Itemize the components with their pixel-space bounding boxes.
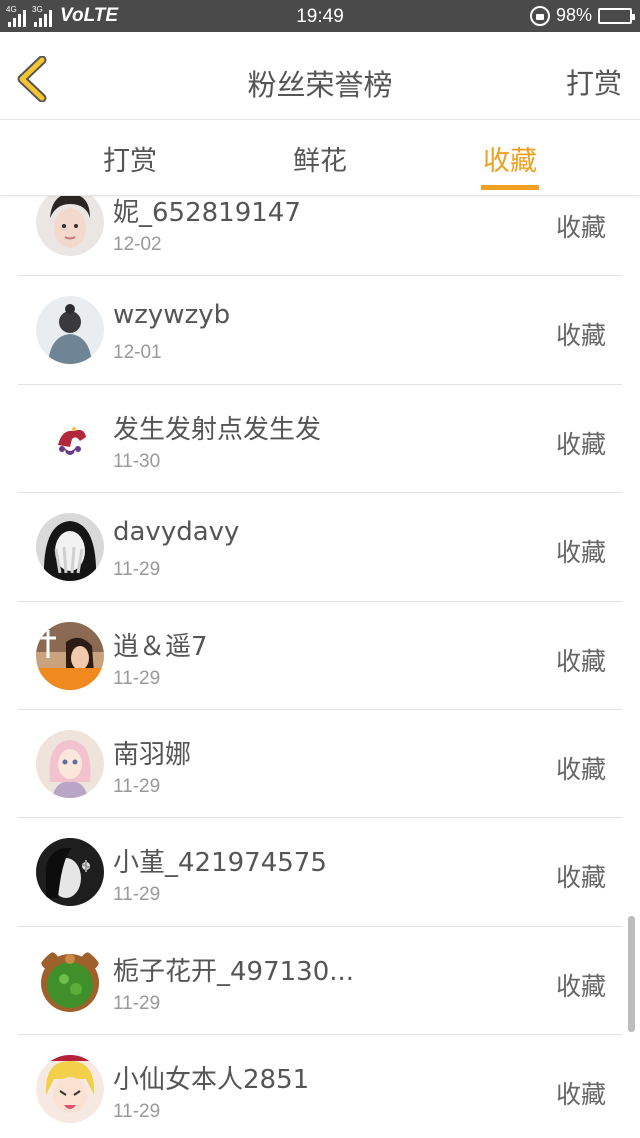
favorite-date: 11-29: [113, 559, 161, 581]
user-name: 南羽娜: [113, 739, 192, 770]
user-name: wzywzyb: [113, 300, 231, 331]
tab-flowers[interactable]: 鲜花: [260, 139, 380, 178]
status-right: 98%: [529, 5, 635, 26]
fan-list[interactable]: 妮_652819147 12-02 收藏 wzywzyb 12-01 收藏 发生…: [0, 196, 640, 1138]
favorite-date: 11-29: [113, 992, 161, 1014]
battery-percent: 98%: [555, 5, 592, 25]
favorite-label: 收藏: [555, 429, 606, 459]
tab-reward[interactable]: 打赏: [70, 139, 190, 178]
avatar[interactable]: [36, 838, 104, 907]
list-item[interactable]: 发生发射点发生发 11-30 收藏: [18, 385, 622, 494]
list-item[interactable]: 南羽娜 11-29 收藏: [18, 710, 622, 819]
battery-icon: [598, 7, 635, 24]
reward-button[interactable]: 打赏: [566, 62, 622, 102]
tab-bar: 打赏 鲜花 收藏: [0, 121, 640, 196]
list-item[interactable]: 小仙女本人2851 11-29 收藏: [18, 1035, 622, 1138]
list-item[interactable]: 小堇_421974575 11-29 收藏: [18, 818, 622, 927]
avatar[interactable]: [36, 946, 104, 1015]
favorite-label: 收藏: [555, 646, 606, 676]
user-name: 小堇_421974575: [113, 848, 327, 879]
rotation-lock-icon: [529, 5, 550, 26]
favorite-date: 11-29: [113, 775, 161, 797]
avatar[interactable]: [36, 404, 104, 473]
nav-header: 粉丝荣誉榜 打赏: [0, 32, 640, 120]
favorite-label: 收藏: [555, 213, 606, 242]
scrollbar[interactable]: [628, 916, 635, 1032]
avatar[interactable]: [36, 196, 104, 256]
favorite-date: 11-29: [113, 1101, 161, 1123]
user-name: 栀子花开_497130...: [113, 956, 355, 987]
user-name: 小仙女本人2851: [113, 1065, 310, 1096]
list-item[interactable]: wzywzyb 12-01 收藏: [18, 276, 622, 385]
list-item[interactable]: 逍＆遥7 11-29 收藏: [18, 602, 622, 710]
user-name: 妮_652819147: [113, 198, 301, 228]
list-item[interactable]: 妮_652819147 12-02 收藏: [18, 196, 622, 277]
active-tab-indicator: [481, 185, 539, 190]
favorite-label: 收藏: [555, 321, 606, 351]
favorite-date: 11-29: [113, 884, 161, 906]
user-name: 逍＆遥7: [113, 631, 208, 662]
status-bar: 4G 3G VoLTE 19:49 98%: [0, 0, 640, 32]
favorite-date: 12-02: [113, 234, 162, 255]
favorite-label: 收藏: [555, 863, 606, 893]
page-title: 粉丝荣誉榜: [247, 68, 393, 102]
favorite-date: 11-29: [113, 667, 161, 689]
favorite-label: 收藏: [555, 754, 606, 784]
list-item[interactable]: 栀子花开_497130... 11-29 收藏: [18, 927, 622, 1036]
favorite-label: 收藏: [555, 1080, 606, 1110]
user-name: davydavy: [113, 517, 240, 548]
user-name: 发生发射点发生发: [113, 414, 322, 445]
avatar[interactable]: [36, 296, 104, 365]
favorite-date: 11-30: [113, 450, 161, 472]
favorite-label: 收藏: [555, 538, 606, 568]
list-item[interactable]: davydavy 11-29 收藏: [18, 493, 622, 602]
favorite-date: 12-01: [113, 342, 162, 364]
avatar[interactable]: [36, 1055, 104, 1124]
avatar[interactable]: [36, 621, 104, 690]
avatar[interactable]: [36, 729, 104, 798]
tab-favorites[interactable]: 收藏: [450, 139, 570, 178]
favorite-label: 收藏: [555, 971, 606, 1001]
avatar[interactable]: [36, 513, 104, 582]
